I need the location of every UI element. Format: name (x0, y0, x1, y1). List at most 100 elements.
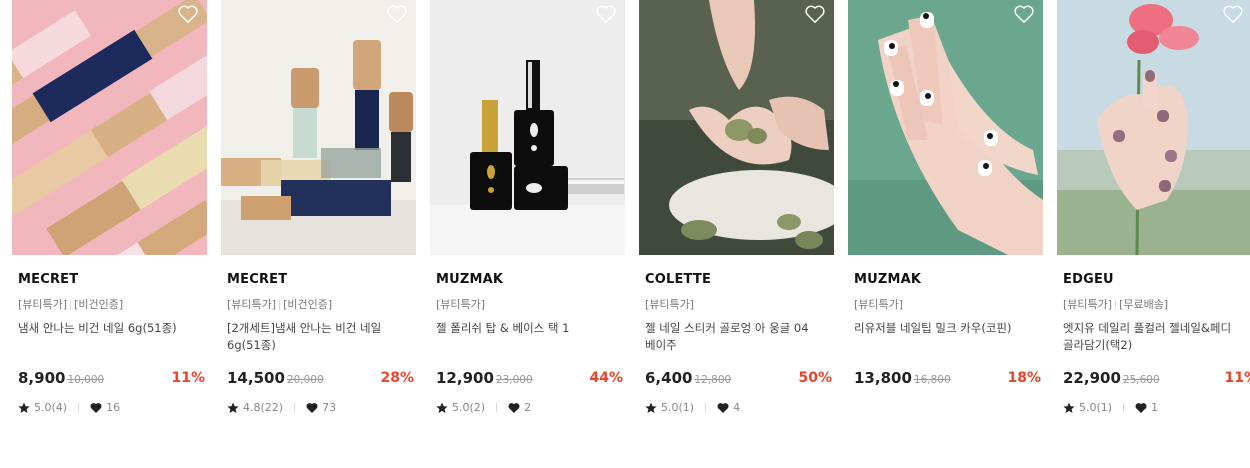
tag-separator: | (69, 301, 73, 311)
tag: [뷰티특가] (854, 298, 904, 311)
sale-price: 14,500 20,000 (227, 369, 324, 387)
product-card[interactable]: MUZMAK [뷰티특가] 젤 폴리쉬 탑 & 베이스 택 1 12,900 23… (430, 0, 625, 468)
product-image[interactable] (639, 0, 834, 255)
price-value: 12,900 (436, 369, 494, 387)
wooden-cap-nail-bottles-image (221, 0, 416, 255)
likes-count: 73 (322, 401, 337, 414)
rating-text: 5.0(1) (661, 401, 695, 414)
original-price: 16,800 (913, 374, 951, 386)
product-card[interactable]: MECRET [뷰티특가] | [비건인증] [2개세트]냄새 안나는 비건 네일 … (221, 0, 416, 468)
product-tags: [뷰티특가] | [비건인증] (227, 296, 332, 312)
heart-filled-icon (717, 402, 729, 414)
tag: [뷰티특가] (1063, 298, 1113, 311)
product-name[interactable]: 리유저블 네일팁 밀크 카우(코핀) (854, 320, 1040, 337)
product-name[interactable]: 젤 네일 스티커 골로엉 아 웅글 04 베이주 (645, 320, 831, 354)
hand-holding-flower-image (1057, 0, 1250, 255)
product-image[interactable] (12, 0, 207, 255)
discount-rate: 28% (380, 370, 414, 386)
product-stats: 5.0(1) | 1 (1063, 401, 1158, 414)
product-tags: [뷰티특가] | [무료배송] (1063, 296, 1168, 312)
product-grid: MECRET [뷰티특가] | [비건인증] 냄새 안나는 비건 네일 6g(51종… (12, 0, 1250, 468)
brand-name[interactable]: MUZMAK (436, 272, 503, 287)
sale-price: 8,900 10,000 (18, 369, 104, 387)
rating-text: 5.0(1) (1079, 401, 1113, 414)
sale-price: 13,800 16,800 (854, 369, 951, 387)
likes-count: 4 (733, 401, 741, 414)
product-stats: 5.0(4) | 16 (18, 401, 120, 414)
original-price: 23,000 (495, 374, 533, 386)
product-name[interactable]: [2개세트]냄새 안나는 비건 네일 6g(51종) (227, 320, 413, 354)
wishlist-heart-icon[interactable] (595, 4, 617, 24)
product-stats: 5.0(2) | 2 (436, 401, 531, 414)
product-name[interactable]: 냄새 안나는 비건 네일 6g(51종) (18, 320, 204, 337)
black-gel-bottles-image (430, 0, 625, 255)
hands-with-olives-image (639, 0, 834, 255)
original-price: 10,000 (67, 374, 105, 386)
wishlist-heart-icon[interactable] (386, 4, 408, 24)
product-stats: 5.0(1) | 4 (645, 401, 740, 414)
discount-rate: 11% (1224, 370, 1250, 386)
heart-filled-icon (306, 402, 318, 414)
stats-divider: | (293, 402, 297, 413)
product-card[interactable]: MUZMAK [뷰티특가] 리유저블 네일팁 밀크 카우(코핀) 13,800 1… (848, 0, 1043, 468)
product-card[interactable]: MECRET [뷰티특가] | [비건인증] 냄새 안나는 비건 네일 6g(51종… (12, 0, 207, 468)
wishlist-heart-icon[interactable] (1013, 4, 1035, 24)
wishlist-heart-icon[interactable] (1222, 4, 1244, 24)
product-stats: 4.8(22) | 73 (227, 401, 336, 414)
product-image[interactable] (1057, 0, 1250, 255)
tag: [뷰티특가] (18, 298, 68, 311)
star-icon (436, 402, 448, 414)
sale-price: 22,900 25,600 (1063, 369, 1160, 387)
price-value: 6,400 (645, 369, 693, 387)
product-name[interactable]: 젤 폴리쉬 탑 & 베이스 택 1 (436, 320, 622, 337)
brand-name[interactable]: MUZMAK (854, 272, 921, 287)
original-price: 12,800 (694, 374, 732, 386)
brand-name[interactable]: MECRET (227, 272, 287, 287)
tag-separator: | (1114, 301, 1118, 311)
tag: [비건인증] (74, 298, 124, 311)
tag: [뷰티특가] (645, 298, 695, 311)
cow-print-nail-tips-image (848, 0, 1043, 255)
product-card[interactable]: EDGEU [뷰티특가] | [무료배송] 엣지유 데일리 풀컬러 젤네일&페디 골… (1057, 0, 1250, 468)
product-image[interactable] (430, 0, 625, 255)
product-tags: [뷰티특가] | [비건인증] (18, 296, 123, 312)
likes-count: 2 (524, 401, 532, 414)
wishlist-heart-icon[interactable] (804, 4, 826, 24)
discount-rate: 18% (1007, 370, 1041, 386)
price-value: 13,800 (854, 369, 912, 387)
price-value: 8,900 (18, 369, 66, 387)
tag: [무료배송] (1119, 298, 1169, 311)
rating-text: 5.0(2) (452, 401, 486, 414)
wishlist-heart-icon[interactable] (177, 4, 199, 24)
stats-divider: | (704, 402, 708, 413)
brand-name[interactable]: EDGEU (1063, 272, 1114, 287)
price-value: 22,900 (1063, 369, 1121, 387)
stats-divider: | (495, 402, 499, 413)
product-name[interactable]: 엣지유 데일리 풀컬러 젤네일&페디 골라담기(택2) (1063, 320, 1249, 354)
brand-name[interactable]: COLETTE (645, 272, 711, 287)
tag: [뷰티특가] (436, 298, 486, 311)
rating-text: 4.8(22) (243, 401, 284, 414)
stats-divider: | (1122, 402, 1126, 413)
product-tags: [뷰티특가] (645, 296, 694, 312)
brand-name[interactable]: MECRET (18, 272, 78, 287)
rating-text: 5.0(4) (34, 401, 68, 414)
discount-rate: 50% (798, 370, 832, 386)
star-icon (18, 402, 30, 414)
product-tags: [뷰티특가] (436, 296, 485, 312)
original-price: 20,000 (286, 374, 324, 386)
discount-rate: 11% (171, 370, 205, 386)
price-value: 14,500 (227, 369, 285, 387)
stats-divider: | (77, 402, 81, 413)
tag-separator: | (278, 301, 282, 311)
original-price: 25,600 (1122, 374, 1160, 386)
likes-count: 16 (106, 401, 121, 414)
heart-filled-icon (90, 402, 102, 414)
star-icon (645, 402, 657, 414)
star-icon (227, 402, 239, 414)
tag: [뷰티특가] (227, 298, 277, 311)
product-card[interactable]: COLETTE [뷰티특가] 젤 네일 스티커 골로엉 아 웅글 04 베이주 … (639, 0, 834, 468)
product-image[interactable] (848, 0, 1043, 255)
discount-rate: 44% (589, 370, 623, 386)
product-image[interactable] (221, 0, 416, 255)
